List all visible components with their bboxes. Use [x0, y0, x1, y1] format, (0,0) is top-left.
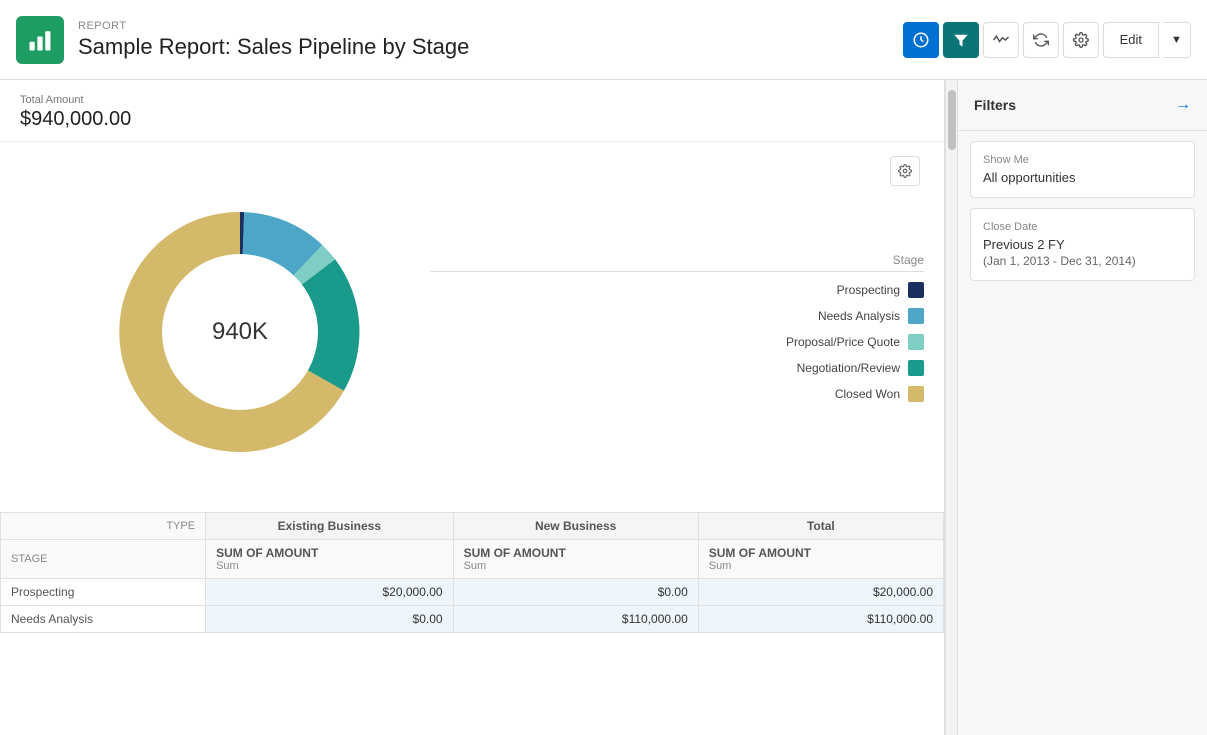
filter-button[interactable]	[943, 22, 979, 58]
total-label: Total Amount	[20, 94, 924, 106]
data-table: TYPE Existing Business New Business Tota…	[0, 512, 944, 633]
legend-swatch	[908, 386, 924, 402]
row1-total: $20,000.00	[698, 579, 943, 606]
page-title: Sample Report: Sales Pipeline by Stage	[78, 34, 903, 60]
col1-sub: SUM OF AMOUNT Sum	[206, 540, 454, 579]
type-header: TYPE	[1, 513, 206, 540]
filters-header: Filters →	[958, 80, 1207, 131]
show-me-filter: Show Me All opportunities	[970, 141, 1195, 198]
donut-chart: 940K	[80, 172, 400, 492]
legend-label: Proposal/Price Quote	[786, 335, 900, 349]
close-date-sub: (Jan 1, 2013 - Dec 31, 2014)	[983, 254, 1182, 268]
row1-stage: Prospecting	[1, 579, 206, 606]
legend-label: Closed Won	[835, 387, 900, 401]
chart-container: 940K Stage Prospecting Needs Analysis Pr…	[0, 142, 944, 512]
row2-new: $110,000.00	[453, 606, 698, 633]
legend-swatch	[908, 360, 924, 376]
filters-title: Filters	[974, 97, 1016, 113]
report-icon	[16, 16, 64, 64]
col2-header: New Business	[453, 513, 698, 540]
row2-existing: $0.00	[206, 606, 454, 633]
close-date-filter: Close Date Previous 2 FY (Jan 1, 2013 - …	[970, 208, 1195, 281]
table-row: Prospecting $20,000.00 $0.00 $20,000.00	[1, 579, 944, 606]
col2-sub: SUM OF AMOUNT Sum	[453, 540, 698, 579]
legend-item: Needs Analysis	[430, 308, 924, 324]
legend-swatch	[908, 334, 924, 350]
col1-header: Existing Business	[206, 513, 454, 540]
settings-button[interactable]	[1063, 22, 1099, 58]
sub-header-row: STAGE SUM OF AMOUNT Sum SUM OF AMOUNT Su…	[1, 540, 944, 579]
legend-label: Negotiation/Review	[797, 361, 900, 375]
stage-sub-label: STAGE	[1, 540, 206, 579]
activity-button[interactable]	[983, 22, 1019, 58]
col3-sub: SUM OF AMOUNT Sum	[698, 540, 943, 579]
scrollbar-thumb[interactable]	[948, 90, 956, 150]
legend-swatch	[908, 282, 924, 298]
legend-label: Needs Analysis	[818, 309, 900, 323]
edit-button[interactable]: Edit	[1103, 22, 1159, 58]
legend-swatch	[908, 308, 924, 324]
row2-stage: Needs Analysis	[1, 606, 206, 633]
show-me-label: Show Me	[983, 154, 1182, 166]
filters-expand-button[interactable]: →	[1175, 96, 1191, 114]
clock-button[interactable]	[903, 22, 939, 58]
data-table-container: TYPE Existing Business New Business Tota…	[0, 512, 944, 633]
show-me-value: All opportunities	[983, 170, 1182, 185]
content-area: Total Amount $940,000.00	[0, 80, 945, 735]
close-date-value: Previous 2 FY	[983, 237, 1182, 252]
legend-item: Negotiation/Review	[430, 360, 924, 376]
row1-new: $0.00	[453, 579, 698, 606]
legend-item: Closed Won	[430, 386, 924, 402]
total-section: Total Amount $940,000.00	[0, 80, 944, 142]
chart-legend: Stage Prospecting Needs Analysis Proposa…	[430, 253, 924, 412]
chart-settings-button[interactable]	[890, 156, 920, 186]
scrollbar[interactable]	[945, 80, 957, 735]
edit-dropdown-button[interactable]: ▼	[1163, 22, 1191, 58]
row1-existing: $20,000.00	[206, 579, 454, 606]
report-label: REPORT	[78, 20, 903, 32]
legend-title: Stage	[430, 253, 924, 272]
total-value: $940,000.00	[20, 108, 924, 131]
legend-item: Prospecting	[430, 282, 924, 298]
row2-total: $110,000.00	[698, 606, 943, 633]
legend-item: Proposal/Price Quote	[430, 334, 924, 350]
refresh-button[interactable]	[1023, 22, 1059, 58]
table-row: Needs Analysis $0.00 $110,000.00 $110,00…	[1, 606, 944, 633]
close-date-label: Close Date	[983, 221, 1182, 233]
legend-label: Prospecting	[837, 283, 900, 297]
filters-sidebar: Filters → Show Me All opportunities Clos…	[957, 80, 1207, 735]
chart-wrapper: 940K Stage Prospecting Needs Analysis Pr…	[20, 152, 924, 512]
col3-header: Total	[698, 513, 943, 540]
